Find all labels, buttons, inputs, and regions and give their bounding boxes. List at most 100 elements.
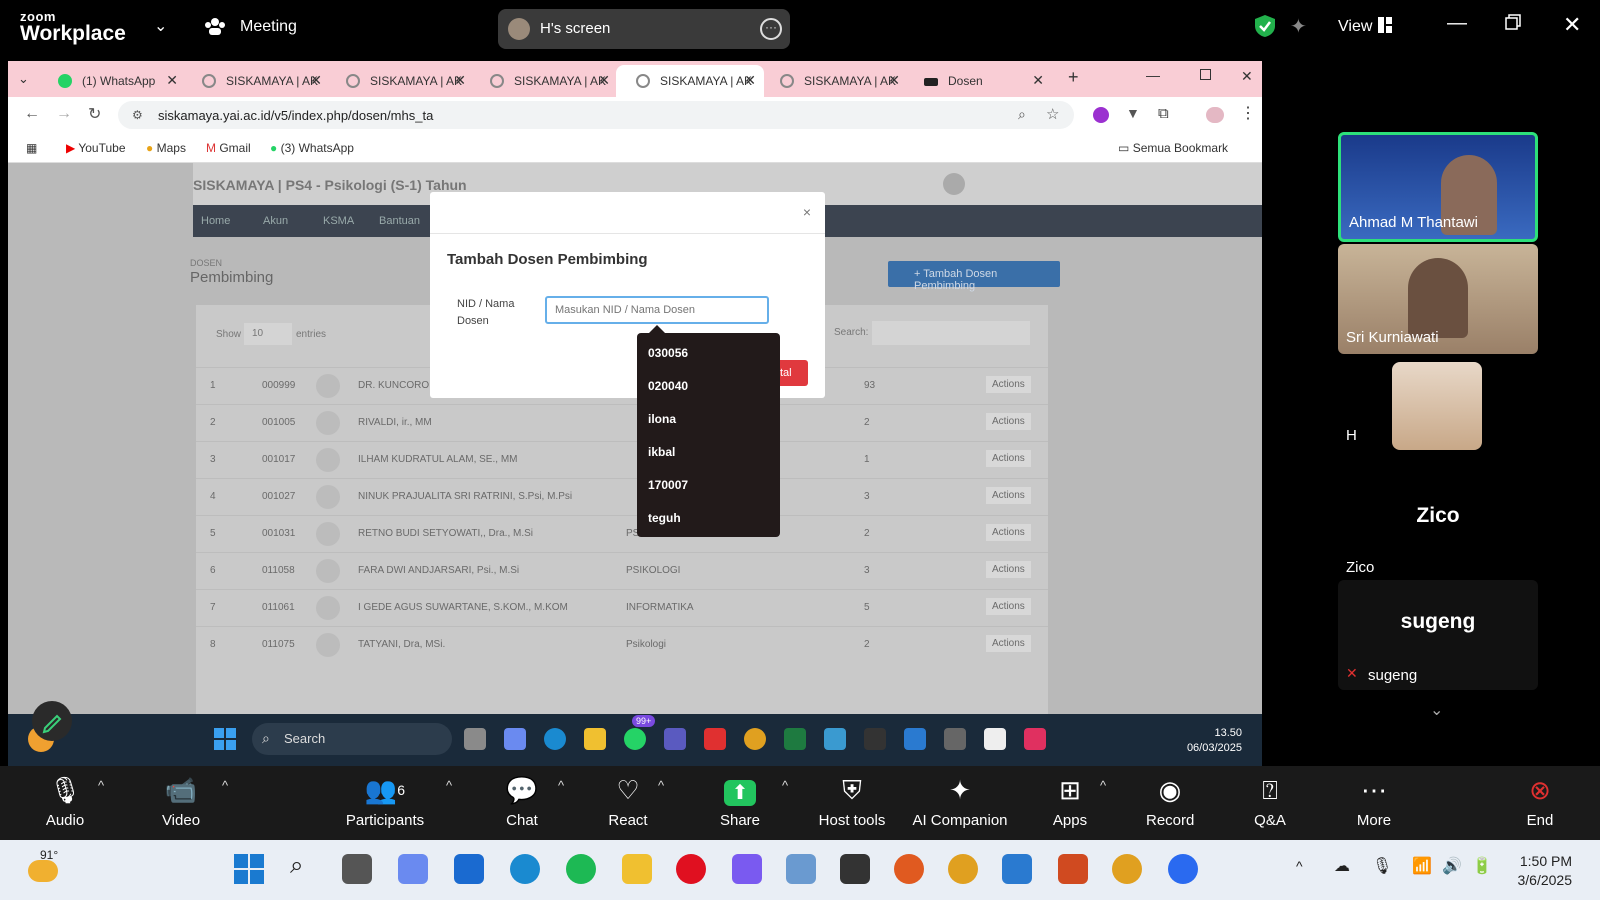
tab-siskamaya-2[interactable]: SISKAMAYA | AK ✕ (326, 65, 474, 97)
cell-action[interactable]: Actions (986, 450, 1031, 467)
cell-action[interactable]: Actions (986, 487, 1031, 504)
chat-options-caret[interactable]: ^ (558, 778, 564, 793)
zoom-icon[interactable]: ⌕ (1018, 106, 1026, 123)
chrome-icon[interactable] (744, 728, 766, 750)
chevron-down-icon[interactable]: ⌄ (154, 16, 167, 36)
minimize-icon[interactable]: — (1447, 12, 1467, 35)
menu-dots-icon[interactable]: ⋮ (1240, 103, 1256, 123)
chrome-profile-icon[interactable] (1112, 854, 1142, 884)
cell-action[interactable]: Actions (986, 561, 1031, 578)
anydesk-icon[interactable] (704, 728, 726, 750)
new-tab-icon[interactable]: + (1068, 67, 1079, 88)
reload-icon[interactable]: ↻ (88, 104, 101, 124)
url-field[interactable]: ⚙ siskamaya.yai.ac.id/v5/index.php/dosen… (118, 101, 1074, 129)
apps-options-caret[interactable]: ^ (1100, 778, 1106, 793)
cell-action[interactable]: Actions (986, 413, 1031, 430)
bookmark-maps[interactable]: ● Maps (146, 141, 186, 155)
suggestion-item[interactable]: 030056 (648, 346, 688, 360)
volume-icon[interactable]: 🔊 (1442, 856, 1462, 876)
suggestion-item[interactable]: 170007 (648, 478, 688, 492)
shared-clock[interactable]: 13.50 06/03/2025 (1187, 726, 1242, 756)
host-tools-button[interactable]: ⛨ Host tools (814, 772, 890, 829)
entries-select[interactable]: 10 (244, 323, 292, 345)
ai-companion-button[interactable]: ✦ AI Companion (910, 772, 1010, 829)
file-explorer-icon[interactable] (622, 854, 652, 884)
close-tab-icon[interactable]: ✕ (166, 72, 178, 89)
bookmark-youtube[interactable]: ▶ YouTube (66, 141, 126, 155)
suggestion-item[interactable]: ilona (648, 412, 676, 426)
apps-button[interactable]: ⊞ Apps (1050, 772, 1090, 829)
battery-icon[interactable]: 🔋 (1472, 856, 1492, 876)
close-icon[interactable]: ✕ (1241, 68, 1253, 85)
restore-icon[interactable] (1505, 14, 1521, 35)
search-icon[interactable]: ⌕ (290, 852, 303, 880)
participant-tile[interactable]: Ahmad M Thantawi (1338, 132, 1538, 242)
task-view-icon[interactable] (464, 728, 486, 750)
audio-options-caret[interactable]: ^ (98, 778, 104, 793)
cloud-icon[interactable]: ☁ (1334, 856, 1350, 876)
vscode-icon[interactable] (904, 728, 926, 750)
windows-start-icon[interactable] (214, 728, 236, 755)
taskbar-search[interactable]: ⌕ Search (252, 723, 452, 755)
extension-v-icon[interactable]: ▼ (1126, 105, 1140, 121)
audio-button[interactable]: 🎙 Audio (40, 772, 90, 829)
sparkle-icon[interactable]: ✦ (1290, 14, 1307, 39)
shield-check-icon[interactable] (1254, 14, 1276, 43)
system-clock[interactable]: 1:50 PM 3/6/2025 (1518, 852, 1573, 890)
mail-icon[interactable] (454, 854, 484, 884)
close-tab-icon[interactable]: ✕ (310, 72, 322, 89)
copilot-icon[interactable] (504, 728, 526, 750)
chevron-up-icon[interactable]: ^ (1296, 858, 1303, 874)
participants-button[interactable]: 👥6 Participants (340, 772, 430, 829)
task-view-icon[interactable] (342, 854, 372, 884)
calculator-icon[interactable] (944, 728, 966, 750)
chat-button[interactable]: 💬 Chat (500, 772, 544, 829)
app-3-icon[interactable] (840, 854, 870, 884)
spotify-icon[interactable] (566, 854, 596, 884)
tab-siskamaya-3[interactable]: SISKAMAYA | AK ✕ (470, 65, 618, 97)
cell-action[interactable]: Actions (986, 635, 1031, 652)
maps-app-icon[interactable] (894, 854, 924, 884)
nav-bantuan[interactable]: Bantuan (379, 215, 420, 227)
participant-tile[interactable]: sugeng sugeng ✕ (1338, 580, 1538, 690)
more-button[interactable]: ⋯ More (1352, 772, 1396, 829)
meeting-label[interactable]: Meeting (240, 18, 297, 36)
cell-action[interactable]: Actions (986, 524, 1031, 541)
screen-share-indicator[interactable]: H's screen ··· (498, 9, 790, 49)
all-bookmarks[interactable]: ▭ Semua Bookmark (1118, 141, 1228, 155)
whatsapp-icon[interactable] (624, 728, 646, 750)
profile-icon[interactable] (1206, 107, 1224, 123)
edge-icon[interactable] (544, 728, 566, 750)
close-icon[interactable]: × (803, 204, 811, 220)
zoom-app-icon[interactable] (1024, 728, 1046, 750)
maximize-icon[interactable] (1200, 69, 1211, 80)
forward-icon[interactable]: → (56, 105, 72, 123)
nid-search-input[interactable] (545, 296, 769, 324)
close-icon[interactable]: ✕ (1563, 12, 1581, 38)
chevron-down-icon[interactable]: ⌄ (1430, 700, 1443, 720)
chrome-icon[interactable] (948, 854, 978, 884)
video-button[interactable]: 📹 Video (156, 772, 206, 829)
site-info-icon[interactable]: ⚙ (132, 108, 143, 122)
network-icon[interactable] (824, 728, 846, 750)
suggestion-item[interactable]: teguh (648, 511, 681, 525)
mic-location-icon[interactable]: 🎙 (1372, 856, 1392, 876)
cell-action[interactable]: Actions (986, 598, 1031, 615)
bookmark-whatsapp[interactable]: ● (3) WhatsApp (270, 141, 354, 155)
close-tab-icon[interactable]: ✕ (1032, 72, 1044, 89)
participant-tile[interactable]: Zico Zico (1338, 468, 1538, 578)
minimize-icon[interactable]: — (1146, 67, 1160, 83)
react-options-caret[interactable]: ^ (658, 778, 664, 793)
edge-icon[interactable] (510, 854, 540, 884)
extension-icon[interactable] (1093, 107, 1109, 123)
suggestion-item[interactable]: 020040 (648, 379, 688, 393)
excel-icon[interactable] (784, 728, 806, 750)
extensions-puzzle-icon[interactable]: ⧉ (1158, 105, 1169, 122)
video-options-caret[interactable]: ^ (222, 778, 228, 793)
participant-tile[interactable]: Sri Kurniawati (1338, 244, 1538, 354)
teams-icon[interactable] (664, 728, 686, 750)
tab-siskamaya-1[interactable]: SISKAMAYA | AK ✕ (182, 65, 330, 97)
close-tab-icon[interactable]: ✕ (744, 72, 756, 89)
powerpoint-icon[interactable] (1058, 854, 1088, 884)
nav-akun[interactable]: Akun (263, 215, 288, 227)
